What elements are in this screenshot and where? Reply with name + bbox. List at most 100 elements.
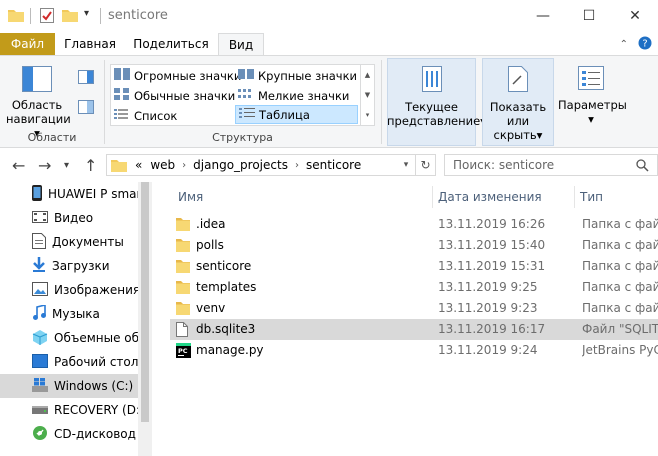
nav-item-phone[interactable]: HUAWEI P smart — [0, 182, 138, 206]
layout-gallery-scroll[interactable]: ▲ ▼ ▾ — [360, 65, 374, 125]
navigation-pane-label-1: Область — [11, 98, 63, 112]
file-row[interactable]: PC manage.py 13.11.2019 9:24 JetBrains P… — [170, 340, 658, 361]
nav-item-3d-objects[interactable]: Объемные объ — [0, 326, 138, 350]
nav-item-windows-drive[interactable]: Windows (C:) — [0, 374, 138, 398]
pictures-folder-icon — [32, 281, 48, 299]
breadcrumb-web[interactable]: web — [150, 158, 175, 172]
quick-access-dropdown-icon[interactable]: ▾ — [84, 8, 89, 19]
music-folder-icon — [32, 303, 46, 324]
layout-medium-icons[interactable]: Обычные значки — [111, 86, 235, 105]
breadcrumb-senticore[interactable]: senticore — [306, 158, 361, 172]
close-button[interactable]: ✕ — [612, 0, 658, 32]
file-name: manage.py — [196, 343, 264, 357]
ribbon-collapse-icon[interactable]: ⌃ — [620, 39, 628, 50]
file-row[interactable]: templates 13.11.2019 9:25 Папка с файлам… — [170, 277, 658, 298]
file-name: venv — [196, 301, 226, 315]
breadcrumb-separator-icon[interactable]: › — [295, 160, 299, 171]
layout-group-label: Структура — [212, 131, 273, 144]
search-icon[interactable] — [636, 158, 649, 172]
tab-view[interactable]: Вид — [218, 33, 264, 55]
new-folder-icon[interactable] — [62, 8, 78, 22]
back-arrow-icon[interactable]: ← — [12, 156, 25, 175]
properties-icon[interactable] — [40, 8, 54, 23]
layout-small-icons[interactable]: Мелкие значки — [235, 86, 349, 105]
file-date: 13.11.2019 15:40 — [438, 238, 546, 252]
navigation-pane-scroll-thumb[interactable] — [141, 182, 149, 422]
windows-drive-icon — [32, 377, 48, 395]
file-type: Папка с файлами — [582, 280, 658, 294]
file-type: Папка с файлами — [582, 217, 658, 231]
address-dropdown-icon[interactable]: ▾ — [397, 155, 415, 175]
file-row-selected[interactable]: db.sqlite3 13.11.2019 16:17 Файл "SQLITE… — [170, 319, 658, 340]
layout-extra-large-icons[interactable]: Огромные значки — [111, 66, 241, 85]
options-icon — [558, 66, 624, 90]
show-hide-button[interactable]: Показать или скрыть▾ — [482, 66, 554, 142]
large-icons-icon — [238, 68, 254, 83]
navigation-bar: ← → ▾ ↑ « web › django_projects › sentic… — [0, 148, 658, 182]
address-bar[interactable]: « web › django_projects › senticore ▾ ↻ — [106, 154, 436, 176]
folder-icon — [176, 280, 190, 297]
file-row[interactable]: polls 13.11.2019 15:40 Папка с файлами — [170, 235, 658, 256]
window-title: senticore — [108, 8, 168, 23]
navigation-pane-button[interactable]: Область навигации ▾ — [6, 66, 71, 140]
downloads-folder-icon — [32, 256, 46, 276]
recent-locations-icon[interactable]: ▾ — [64, 160, 69, 171]
help-icon[interactable]: ? — [638, 36, 652, 53]
nav-item-cd-drive[interactable]: CD-дисковод (I: — [0, 422, 138, 446]
phone-icon — [32, 184, 42, 204]
nav-item-recovery-drive[interactable]: RECOVERY (D:) — [0, 398, 138, 422]
file-type: Файл "SQLITE3" — [582, 322, 658, 336]
file-date: 13.11.2019 16:26 — [438, 217, 546, 231]
nav-item-music[interactable]: Музыка — [0, 302, 138, 326]
layout-details[interactable]: Таблица — [235, 105, 358, 124]
nav-item-pictures[interactable]: Изображения — [0, 278, 138, 302]
nav-item-video[interactable]: Видео — [0, 206, 138, 230]
preview-pane-button[interactable] — [78, 70, 94, 87]
list-view-icon — [114, 108, 130, 123]
layout-gallery: Огромные значки Крупные значки Обычные з… — [110, 64, 375, 126]
search-input[interactable]: Поиск: senticore — [444, 154, 658, 176]
column-header-name[interactable]: Имя — [170, 182, 432, 212]
svg-text:PC: PC — [178, 347, 188, 355]
scroll-down-icon[interactable]: ▼ — [365, 91, 370, 99]
file-row[interactable]: venv 13.11.2019 9:23 Папка с файлами — [170, 298, 658, 319]
file-list: Имя Дата изменения Тип .idea 13.11.2019 … — [152, 182, 658, 456]
column-header-date[interactable]: Дата изменения — [430, 182, 574, 212]
scroll-up-icon[interactable]: ▲ — [365, 71, 370, 79]
nav-item-desktop[interactable]: Рабочий стол — [0, 350, 138, 374]
desktop-folder-icon — [32, 353, 48, 371]
ribbon: Область навигации ▾ Области Огромные зна… — [0, 55, 658, 148]
medium-icons-icon — [114, 88, 130, 103]
folder-icon — [176, 301, 190, 318]
refresh-icon[interactable]: ↻ — [415, 155, 435, 175]
video-folder-icon — [32, 210, 48, 227]
file-date: 13.11.2019 16:17 — [438, 322, 546, 336]
details-pane-button[interactable] — [78, 100, 94, 117]
current-view-label-1: Текущее — [405, 100, 458, 114]
nav-item-downloads[interactable]: Загрузки — [0, 254, 138, 278]
current-view-button[interactable]: Текущее представление▾ — [387, 66, 486, 128]
column-header-type[interactable]: Тип — [572, 182, 658, 212]
gallery-expand-icon[interactable]: ▾ — [366, 111, 370, 119]
file-name: db.sqlite3 — [196, 322, 256, 336]
options-button[interactable]: Параметры ▾ — [558, 66, 627, 126]
nav-item-documents[interactable]: Документы — [0, 230, 138, 254]
up-arrow-icon[interactable]: ↑ — [84, 156, 97, 175]
layout-large-icons[interactable]: Крупные значки — [235, 66, 357, 85]
breadcrumb-separator-icon[interactable]: › — [182, 160, 186, 171]
tab-share[interactable]: Поделиться — [130, 33, 212, 55]
minimize-button[interactable]: — — [520, 0, 566, 32]
breadcrumb-django-projects[interactable]: django_projects — [193, 158, 288, 172]
file-row[interactable]: .idea 13.11.2019 16:26 Папка с файлами — [170, 214, 658, 235]
layout-list[interactable]: Список — [111, 106, 177, 125]
file-date: 13.11.2019 9:24 — [438, 343, 538, 357]
file-type: JetBrains PyCharm — [582, 343, 658, 357]
breadcrumb-overflow[interactable]: « — [135, 158, 142, 172]
forward-arrow-icon[interactable]: → — [38, 156, 51, 175]
file-row[interactable]: senticore 13.11.2019 15:31 Папка с файла… — [170, 256, 658, 277]
tab-file[interactable]: Файл — [0, 33, 55, 55]
maximize-button[interactable]: ☐ — [566, 0, 612, 32]
ribbon-controls: ⌃ ? — [620, 33, 658, 55]
folder-icon — [176, 217, 190, 234]
tab-home[interactable]: Главная — [58, 33, 122, 55]
